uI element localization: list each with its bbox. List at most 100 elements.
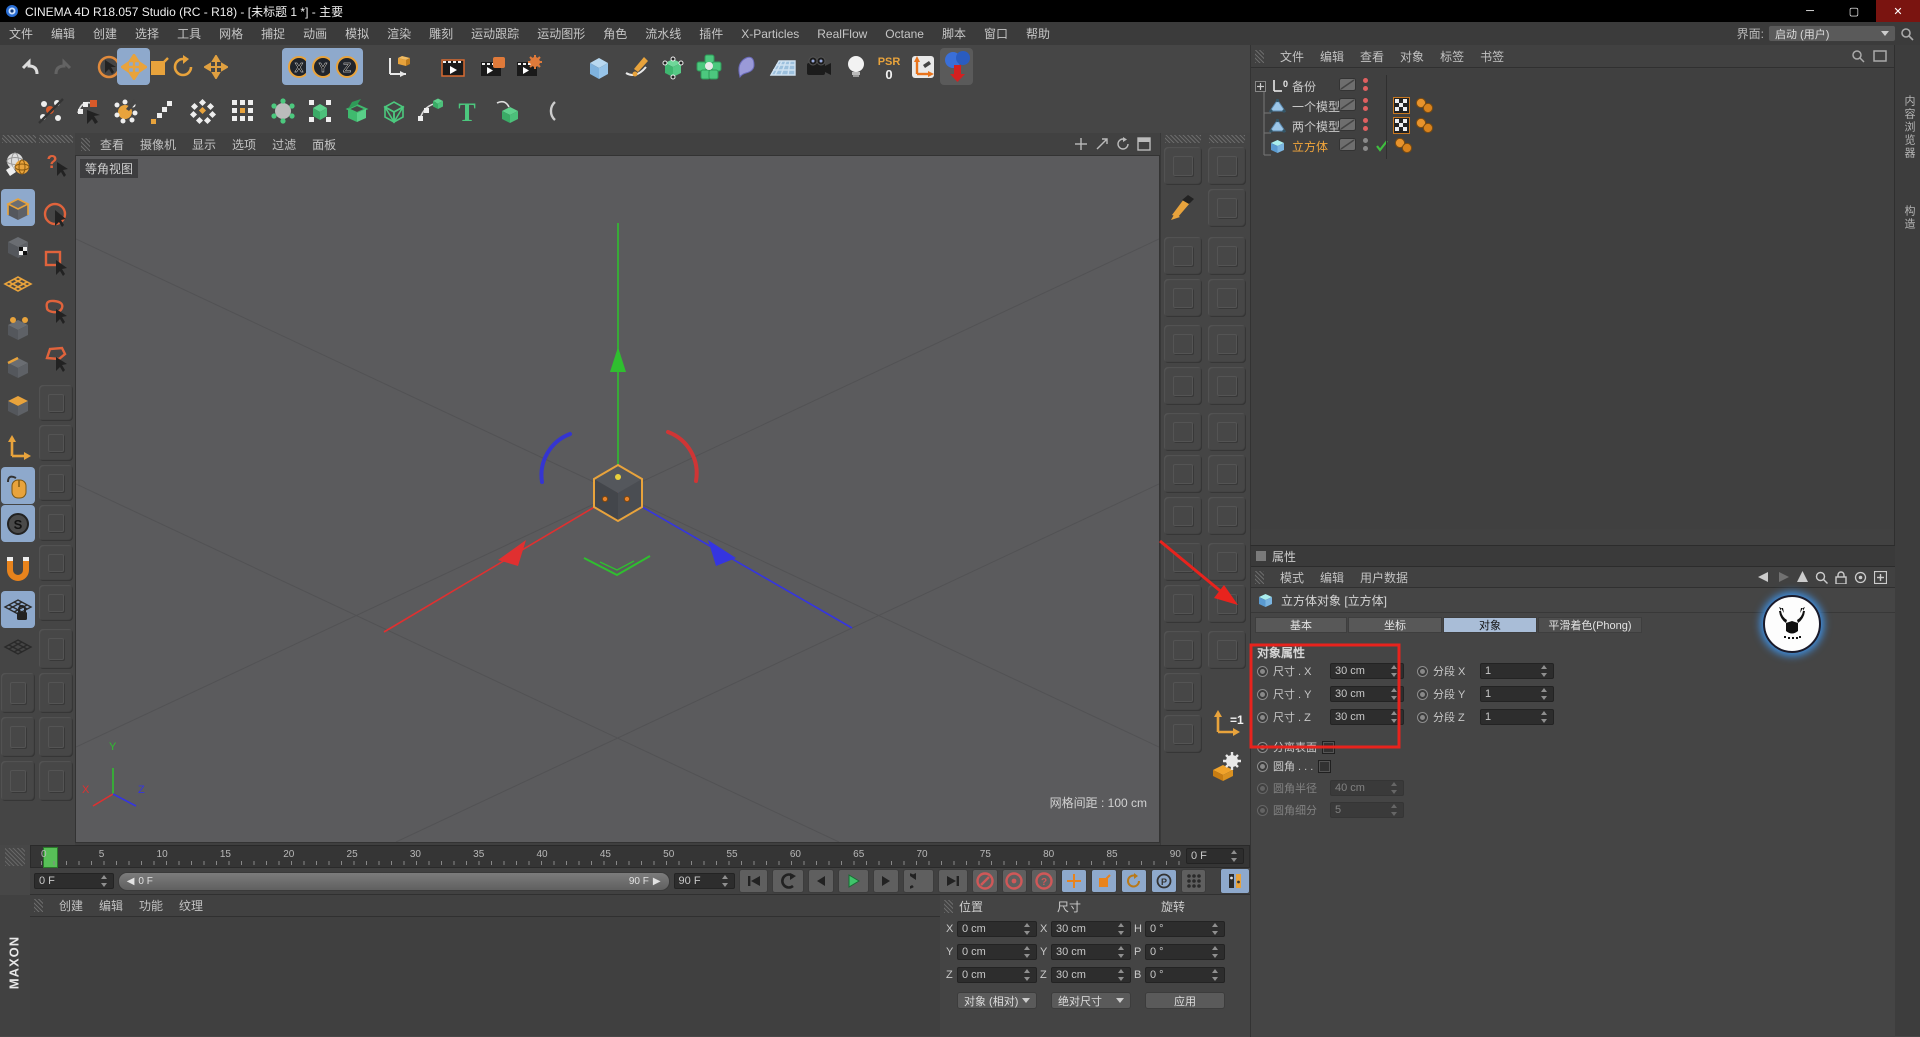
next-frame-button[interactable] bbox=[873, 869, 899, 893]
last-used-tool[interactable] bbox=[199, 48, 232, 85]
frame-icon[interactable] bbox=[1873, 49, 1887, 63]
timeline-scrubber[interactable]: ◀0 F 90 F▶ bbox=[118, 872, 670, 891]
render-view-button[interactable] bbox=[436, 48, 469, 85]
object-name[interactable]: 备份 bbox=[1292, 78, 1316, 95]
scale-axis-button[interactable]: =1 bbox=[1208, 705, 1246, 743]
help-tool-button[interactable]: ? bbox=[39, 145, 73, 182]
rotate-tool[interactable] bbox=[166, 48, 199, 85]
object-row-model1[interactable]: 一个模型 bbox=[1269, 97, 1340, 115]
timeline-ruler[interactable]: 051015202530354045505560657075808590 0 F bbox=[30, 845, 1250, 868]
om-menu-bookmarks[interactable]: 书签 bbox=[1480, 48, 1504, 65]
editor-visibility-dot[interactable] bbox=[1363, 138, 1368, 143]
pen-tool-button[interactable] bbox=[1164, 189, 1202, 227]
light-button[interactable] bbox=[839, 48, 872, 85]
record-circle[interactable] bbox=[1417, 712, 1428, 723]
tool-slot[interactable] bbox=[1208, 367, 1246, 405]
keyframe-selection-button[interactable] bbox=[1220, 868, 1250, 894]
menu-plugins[interactable]: 插件 bbox=[690, 25, 732, 42]
layer-swatch[interactable] bbox=[1339, 78, 1356, 94]
menu-motion-tracker[interactable]: 运动跟踪 bbox=[462, 25, 528, 42]
lasso-selection-button[interactable] bbox=[39, 291, 73, 328]
open-box-icon[interactable] bbox=[340, 92, 373, 129]
object-name[interactable]: 一个模型 bbox=[1292, 98, 1340, 115]
separate-surfaces-checkbox[interactable] bbox=[1322, 741, 1335, 754]
selection-chain-icon[interactable] bbox=[72, 92, 105, 129]
menu-render[interactable]: 渲染 bbox=[378, 25, 420, 42]
tool-slot[interactable] bbox=[1164, 543, 1202, 581]
materials-list-area[interactable] bbox=[30, 917, 940, 1036]
tab-phong[interactable]: 平滑着色(Phong) bbox=[1538, 617, 1642, 633]
viewport-menu-display[interactable]: 显示 bbox=[192, 136, 216, 153]
record-circle[interactable] bbox=[1417, 689, 1428, 700]
autokeying-button[interactable] bbox=[1002, 869, 1028, 893]
object-row-model2[interactable]: 两个模型 bbox=[1269, 117, 1340, 135]
size-y-input[interactable]: 30 cm bbox=[1051, 944, 1131, 960]
record-circle[interactable] bbox=[1257, 712, 1268, 723]
coordinate-system-button[interactable] bbox=[381, 48, 414, 85]
redo-button[interactable] bbox=[46, 48, 79, 85]
text-tool-icon[interactable]: T bbox=[450, 92, 483, 129]
record-position-button[interactable] bbox=[1061, 869, 1087, 893]
tool-slot[interactable] bbox=[1164, 367, 1202, 405]
menu-character[interactable]: 角色 bbox=[594, 25, 636, 42]
menu-animate[interactable]: 动画 bbox=[294, 25, 336, 42]
close-button[interactable]: ✕ bbox=[1876, 0, 1920, 22]
tool-slot[interactable] bbox=[1164, 497, 1202, 535]
play-mode-loop-button[interactable] bbox=[903, 869, 934, 893]
tool-slot[interactable] bbox=[1208, 325, 1246, 363]
tool-slot[interactable] bbox=[1164, 585, 1202, 623]
tool-slot[interactable] bbox=[1208, 543, 1246, 581]
tool-slot[interactable] bbox=[1164, 147, 1202, 185]
object-row-backup[interactable]: 0 备份 bbox=[1255, 77, 1316, 95]
tool-slot[interactable] bbox=[1208, 413, 1246, 451]
tool-slot[interactable] bbox=[1164, 325, 1202, 363]
tool-slot[interactable] bbox=[1208, 279, 1246, 317]
render-visibility-dot[interactable] bbox=[1363, 126, 1368, 131]
pan-view-icon[interactable] bbox=[1074, 137, 1089, 151]
attr-menu-userdata[interactable]: 用户数据 bbox=[1360, 569, 1408, 586]
prev-frame-button[interactable] bbox=[808, 869, 834, 893]
camera-button[interactable] bbox=[802, 48, 835, 85]
position-z-input[interactable]: 0 cm bbox=[957, 967, 1037, 983]
subdivision-surface-button[interactable] bbox=[656, 48, 689, 85]
record-circle[interactable] bbox=[1257, 761, 1268, 772]
menu-tools[interactable]: 工具 bbox=[168, 25, 210, 42]
palette-handle[interactable] bbox=[1209, 135, 1245, 143]
circle-points-icon[interactable] bbox=[186, 92, 219, 129]
grid-points-icon[interactable] bbox=[226, 92, 259, 129]
rotation-b-input[interactable]: 0 ° bbox=[1145, 967, 1225, 983]
texture-tag-icon[interactable] bbox=[1393, 97, 1410, 114]
mat-menu-texture[interactable]: 纹理 bbox=[179, 897, 203, 914]
render-visibility-dot[interactable] bbox=[1363, 86, 1368, 91]
tool-slot[interactable] bbox=[1164, 673, 1202, 711]
editor-visibility-dot[interactable] bbox=[1363, 78, 1368, 83]
om-menu-view[interactable]: 查看 bbox=[1360, 48, 1384, 65]
rotation-h-input[interactable]: 0 ° bbox=[1145, 921, 1225, 937]
tool-slot[interactable] bbox=[39, 465, 73, 501]
size-z-input[interactable]: 30 cm bbox=[1051, 967, 1131, 983]
palette-handle[interactable] bbox=[5, 848, 25, 866]
menu-file[interactable]: 文件 bbox=[0, 25, 42, 42]
render-settings-button[interactable] bbox=[512, 48, 545, 85]
om-menu-edit[interactable]: 编辑 bbox=[1320, 48, 1344, 65]
tool-slot[interactable] bbox=[1, 761, 35, 801]
menu-create[interactable]: 创建 bbox=[84, 25, 126, 42]
interface-dropdown[interactable]: 启动 (用户) bbox=[1768, 25, 1896, 42]
rectangle-selection-button[interactable] bbox=[39, 243, 73, 280]
menu-window[interactable]: 窗口 bbox=[975, 25, 1017, 42]
menu-mograph[interactable]: 运动图形 bbox=[528, 25, 594, 42]
tab-basic[interactable]: 基本 bbox=[1255, 617, 1347, 633]
up-icon[interactable] bbox=[1797, 571, 1808, 583]
coordinate-mode-dropdown[interactable]: 对象 (相对) bbox=[957, 992, 1037, 1009]
record-keyframe-button[interactable] bbox=[972, 869, 998, 893]
dots-tag-icon[interactable] bbox=[1393, 137, 1413, 154]
tool-slot[interactable] bbox=[1208, 147, 1246, 185]
spline-chain-icon[interactable] bbox=[413, 92, 446, 129]
undo-button[interactable] bbox=[13, 48, 46, 85]
magnet-snap-button[interactable] bbox=[1, 549, 35, 586]
tool-slot[interactable] bbox=[1208, 455, 1246, 493]
palette-handle[interactable] bbox=[944, 900, 953, 913]
menu-help[interactable]: 帮助 bbox=[1017, 25, 1059, 42]
viewport-menu-options[interactable]: 选项 bbox=[232, 136, 256, 153]
menu-octane[interactable]: Octane bbox=[876, 27, 933, 41]
